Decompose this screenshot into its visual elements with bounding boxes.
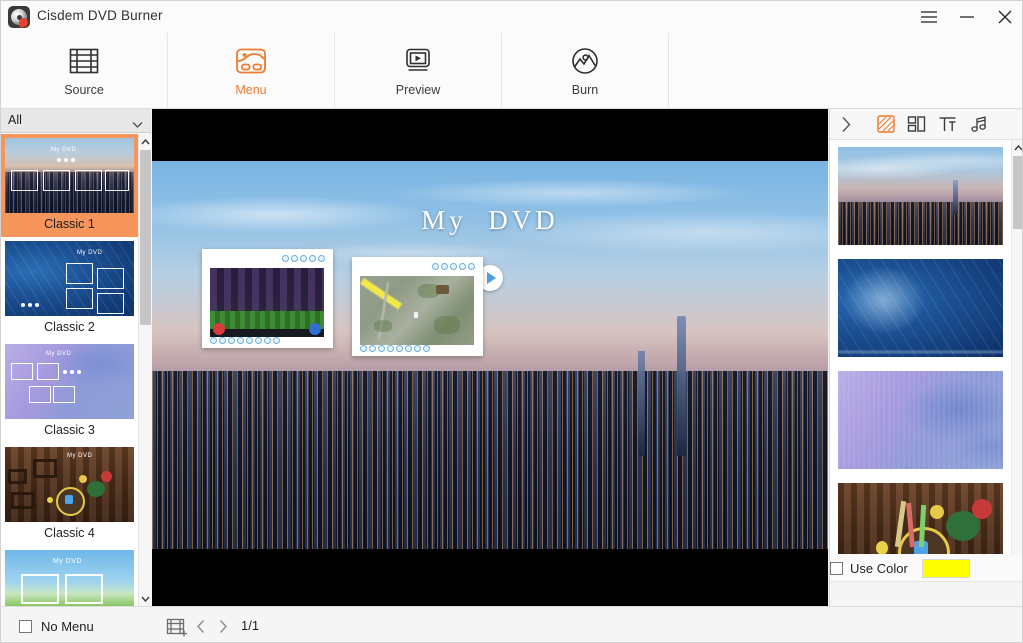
menu-preview-area[interactable]: My DVD [152, 109, 828, 606]
film-strip-icon [68, 44, 100, 78]
template-item-classic-2[interactable]: My DVD Classic 2 [1, 237, 138, 340]
toolbar-empty-area [669, 33, 1022, 108]
template-filter-value: All [8, 113, 22, 127]
background-thumbnail [838, 147, 1003, 245]
panel-footer-filler [830, 581, 1022, 606]
main-toolbar: Source Menu Preview Burn [1, 33, 1022, 109]
background-item-flowers[interactable] [830, 364, 1011, 476]
chevron-down-icon [132, 116, 143, 134]
chevron-right-icon[interactable] [833, 109, 859, 139]
minimize-icon[interactable] [948, 1, 986, 33]
video-thumbnail-2-image [360, 276, 474, 345]
template-thumbnail: My DVD [5, 447, 134, 522]
music-note-icon[interactable] [963, 109, 994, 139]
no-menu-checkbox-row[interactable]: No Menu [19, 619, 94, 634]
dvd-disc-icon [8, 6, 30, 28]
template-thumb-title: My DVD [53, 558, 83, 565]
hamburger-icon[interactable] [910, 1, 948, 33]
template-thumbnail: My DVD [5, 138, 134, 213]
tab-preview-label: Preview [395, 83, 441, 97]
close-icon[interactable] [986, 1, 1022, 33]
play-screen-icon [402, 44, 434, 78]
background-thumbnail [838, 371, 1003, 469]
scroll-down-icon[interactable] [139, 591, 151, 606]
scrollbar-thumb[interactable] [1013, 156, 1022, 229]
tab-menu-label: Menu [235, 83, 267, 97]
template-filter-select[interactable]: All [1, 109, 151, 133]
page-indicator: 1/1 [241, 618, 260, 633]
template-item-classic-1[interactable]: My DVD Classic 1 [1, 134, 138, 237]
template-item-classic-4[interactable]: My DVD Classic 4 [1, 443, 138, 546]
video-thumbnail-1-image [210, 268, 324, 337]
template-list[interactable]: My DVD Classic 1 My DVD Classic 2 My DVD… [1, 134, 138, 606]
template-thumbnail: My DVD [5, 241, 134, 316]
tab-source-label: Source [64, 83, 104, 97]
text-tt-icon[interactable] [932, 109, 963, 139]
scroll-up-icon[interactable] [1012, 140, 1022, 155]
properties-panel-tabs [830, 109, 1022, 140]
tab-burn-label: Burn [571, 83, 599, 97]
dvd-menu-title[interactable]: My DVD [152, 205, 828, 236]
template-thumb-title: My DVD [46, 351, 72, 357]
template-thumbnail: My DVD [5, 550, 134, 606]
background-pattern-icon[interactable] [870, 109, 901, 139]
bottom-bar: No Menu 1/1 16:9 4:3 [1, 606, 1022, 642]
app-window: Cisdem DVD Burner Source Menu Preview Bu… [0, 0, 1023, 643]
dvd-menu-stage[interactable]: My DVD [152, 161, 828, 549]
use-color-label: Use Color [850, 560, 908, 576]
background-item-runner[interactable] [830, 252, 1011, 364]
sidebar-scrollbar[interactable] [138, 134, 151, 606]
layout-grid-icon[interactable] [901, 109, 932, 139]
background-thumbnail [838, 259, 1003, 357]
use-color-row: Use Color [830, 554, 1022, 582]
app-title: Cisdem DVD Burner [37, 8, 163, 23]
add-film-icon[interactable] [166, 618, 188, 642]
video-thumbnail-2[interactable] [352, 257, 483, 356]
color-swatch[interactable] [921, 558, 970, 578]
template-item-label: Classic 1 [44, 217, 95, 231]
template-item-label: Classic 4 [44, 526, 95, 540]
tab-menu[interactable]: Menu [168, 33, 335, 108]
template-sidebar: All My DVD Classic 1 My DVD Classic 2 My… [1, 109, 151, 606]
use-color-checkbox[interactable] [830, 561, 843, 575]
chevron-right-icon[interactable] [213, 617, 233, 635]
scrollbar-thumb[interactable] [140, 150, 151, 325]
template-thumb-title: My DVD [67, 453, 93, 459]
tab-preview[interactable]: Preview [335, 33, 502, 108]
chevron-left-icon[interactable] [191, 617, 211, 635]
template-thumb-title: My DVD [51, 147, 77, 153]
no-menu-checkbox[interactable] [19, 620, 32, 633]
background-list[interactable] [830, 140, 1011, 577]
tab-source[interactable]: Source [1, 33, 168, 108]
video-thumbnail-1[interactable] [202, 249, 333, 348]
menu-layout-icon [234, 44, 268, 78]
background-list-scrollbar[interactable] [1011, 140, 1022, 577]
scroll-up-icon[interactable] [139, 134, 151, 149]
template-item-label: Classic 2 [44, 320, 95, 334]
template-item-classic-3[interactable]: My DVD Classic 3 [1, 340, 138, 443]
properties-panel: Use Color [829, 109, 1022, 606]
template-item-classic-5[interactable]: My DVD Classic 5 [1, 546, 138, 606]
title-bar: Cisdem DVD Burner [1, 1, 1022, 34]
no-menu-label: No Menu [41, 619, 94, 634]
background-item-city[interactable] [830, 140, 1011, 252]
template-item-label: Classic 3 [44, 423, 95, 437]
template-thumbnail: My DVD [5, 344, 134, 419]
burn-disc-icon [569, 44, 601, 78]
tab-burn[interactable]: Burn [502, 33, 669, 108]
template-thumb-title: My DVD [77, 250, 103, 256]
